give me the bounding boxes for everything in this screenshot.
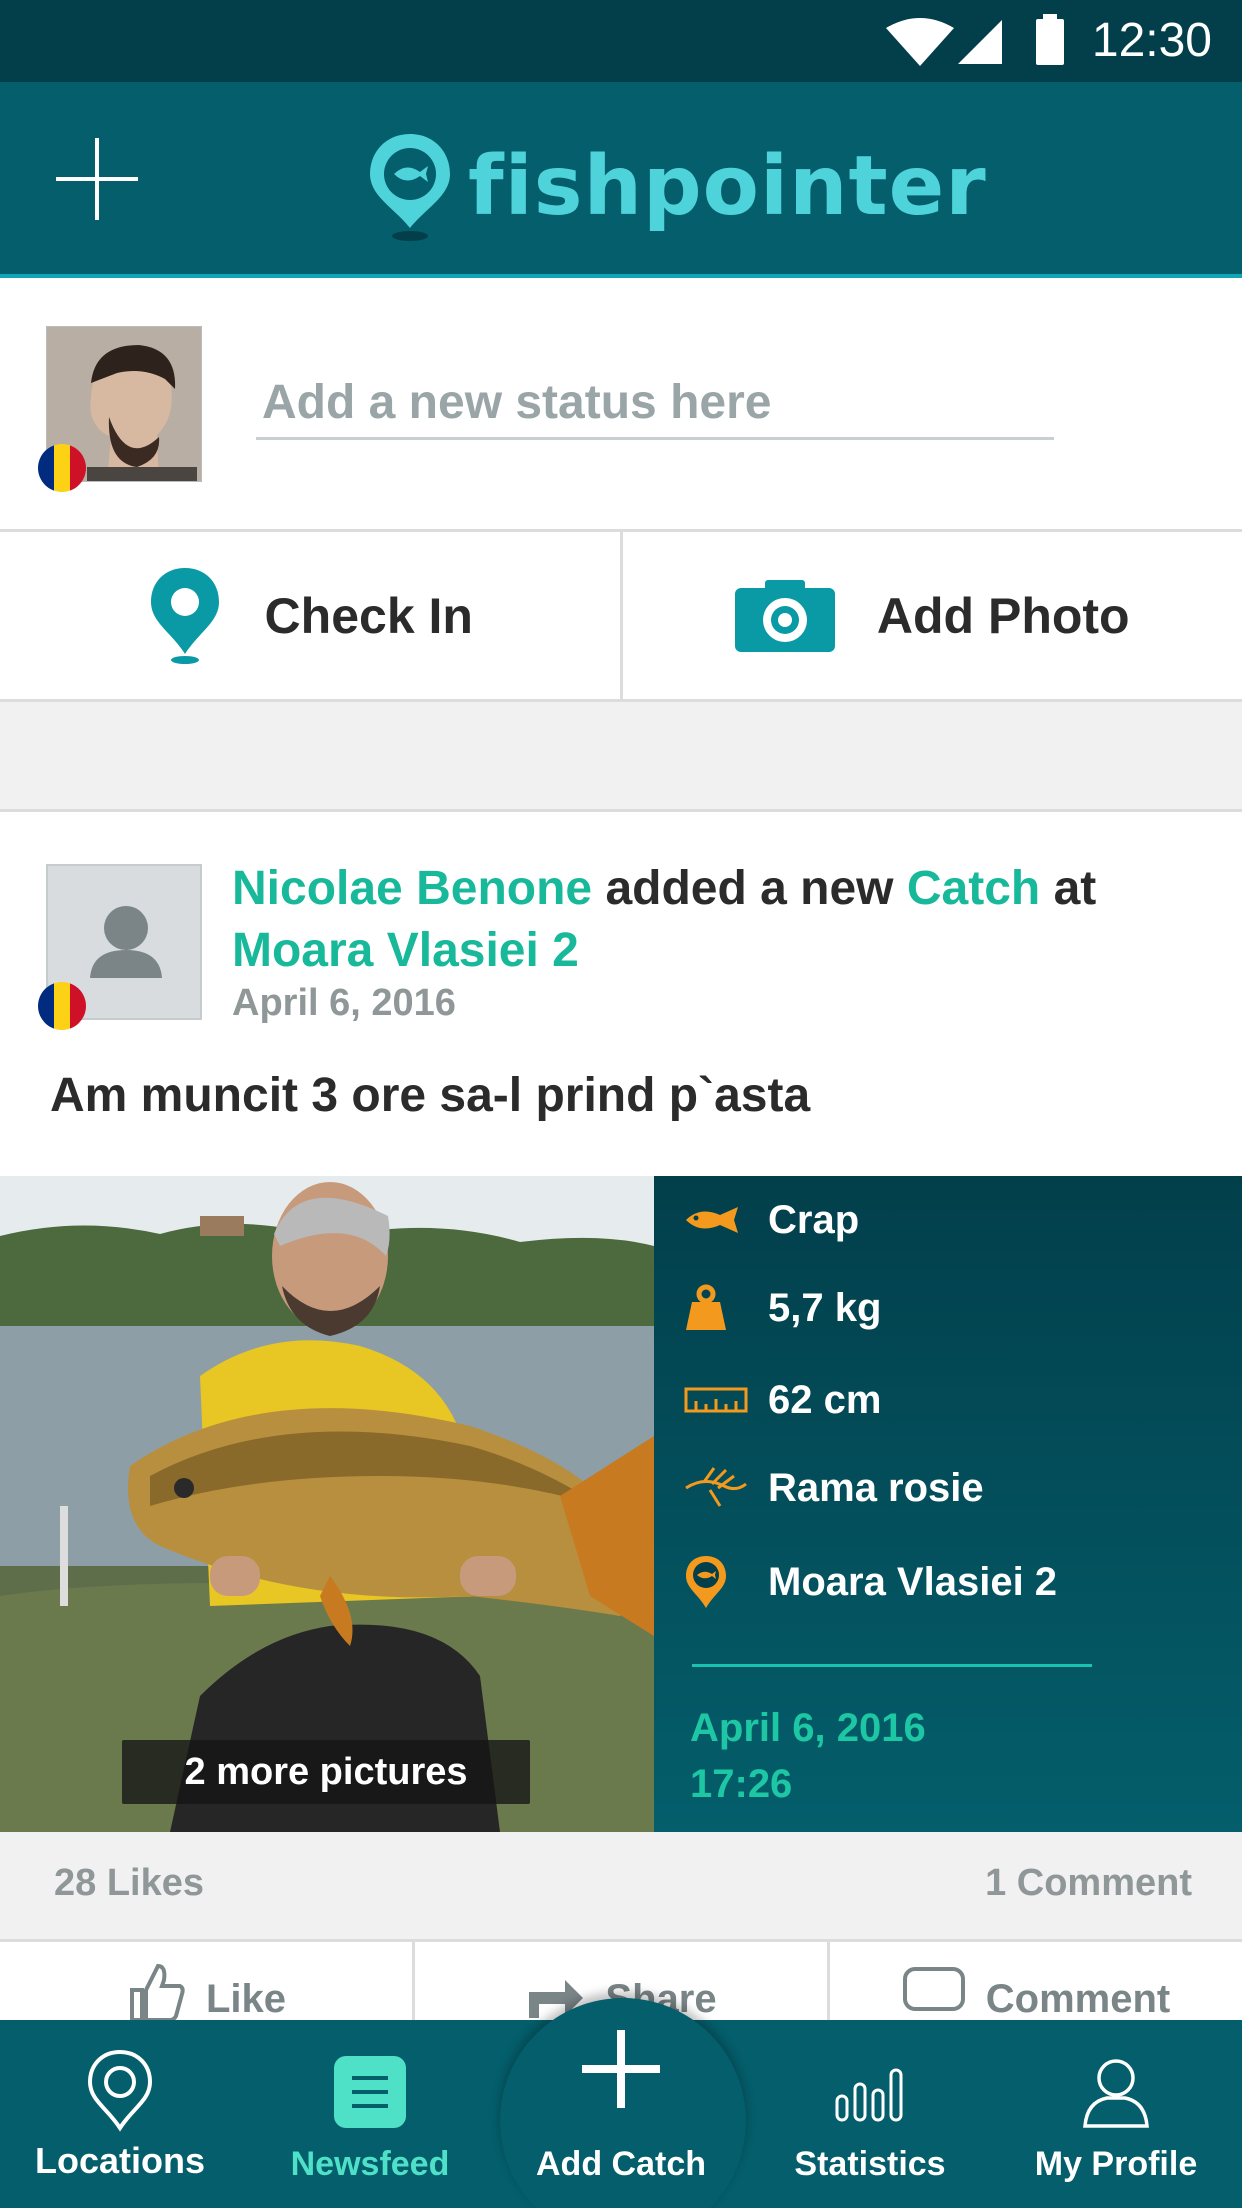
post-header: Nicolae Benone added a new Catch at Moar…	[0, 812, 1242, 1172]
catch-time: 17:26	[690, 1762, 793, 1806]
comment-button[interactable]: Comment	[830, 1942, 1242, 2022]
fish-location-icon	[686, 1556, 726, 1608]
signal-icon	[958, 20, 1002, 64]
status-input[interactable]	[256, 368, 1054, 440]
nav-statistics[interactable]: Statistics	[770, 2020, 970, 2208]
logo-text: fishpointer	[468, 138, 987, 234]
post-headline: Nicolae Benone added a new Catch at Moar…	[232, 858, 1192, 982]
nav-add-catch[interactable]: Add Catch	[521, 2020, 721, 2208]
newsfeed-icon	[334, 2056, 406, 2128]
composer-actions: Check In Add Photo	[0, 532, 1242, 702]
catch-link[interactable]: Catch	[907, 862, 1040, 915]
catch-photo[interactable]: 2 more pictures	[0, 1176, 654, 1832]
logo-pin-icon	[370, 134, 450, 241]
statistics-icon	[835, 2068, 903, 2122]
check-in-label: Check In	[264, 587, 473, 644]
location-link[interactable]: Moara Vlasiei 2	[232, 924, 579, 977]
headline-text: added a new	[605, 862, 894, 915]
catch-date: April 6, 2016	[690, 1706, 926, 1750]
app-bar: fishpointer	[0, 82, 1242, 278]
like-label: Like	[205, 1977, 287, 2021]
comment-label: Comment	[985, 1977, 1171, 2021]
add-photo-label: Add Photo	[876, 587, 1130, 644]
thumbs-up-icon	[129, 1963, 185, 2022]
location-value[interactable]: Moara Vlasiei 2	[768, 1560, 1057, 1605]
catch-datetime: April 6, 2016 17:26	[690, 1700, 926, 1812]
nav-locations[interactable]: Locations	[20, 2020, 220, 2208]
post-date: April 6, 2016	[232, 982, 456, 1024]
wifi-icon	[886, 18, 954, 66]
species-value: Crap	[768, 1197, 860, 1242]
add-icon[interactable]	[56, 138, 138, 220]
comment-icon	[902, 1967, 965, 2011]
nav-my-profile-label: My Profile	[1034, 2145, 1198, 2183]
length-value: 62 cm	[768, 1377, 882, 1422]
nav-statistics-label: Statistics	[794, 2145, 946, 2183]
plus-icon	[582, 2030, 660, 2108]
more-pictures-badge[interactable]: 2 more pictures	[122, 1740, 530, 1804]
camera-icon	[734, 579, 835, 652]
add-photo-button[interactable]: Add Photo	[623, 532, 1242, 699]
weight-row: 5,7 kg	[684, 1280, 881, 1336]
status-bar: 12:30	[0, 0, 1242, 82]
app-logo: fishpointer	[364, 126, 987, 246]
location-row: Moara Vlasiei 2	[684, 1554, 1057, 1610]
nav-newsfeed-label: Newsfeed	[290, 2145, 450, 2183]
bottom-nav: Locations Newsfeed Add Catch Statistics	[0, 1998, 1242, 2208]
details-divider	[692, 1664, 1092, 1667]
headline-at: at	[1053, 862, 1097, 915]
post-text: Am muncit 3 ore sa-l prind p`asta	[50, 1069, 811, 1122]
species-row: Crap	[684, 1192, 859, 1248]
like-button[interactable]: Like	[0, 1942, 415, 2022]
battery-icon	[1036, 14, 1064, 65]
likes-count[interactable]: 28 Likes	[54, 1862, 204, 1905]
length-row: 62 cm	[684, 1372, 881, 1428]
country-flag-icon	[38, 982, 86, 1030]
country-flag-icon	[38, 444, 86, 492]
author-link[interactable]: Nicolae Benone	[232, 862, 592, 915]
nav-add-catch-label: Add Catch	[536, 2145, 706, 2183]
nav-newsfeed[interactable]: Newsfeed	[270, 2020, 470, 2208]
ruler-icon	[684, 1387, 748, 1413]
status-composer	[0, 278, 1242, 532]
post-stats: 28 Likes 1 Comment	[0, 1832, 1242, 1942]
clock: 12:30	[1091, 14, 1212, 67]
weight-value: 5,7 kg	[768, 1285, 882, 1330]
comments-count[interactable]: 1 Comment	[985, 1862, 1192, 1905]
nav-my-profile[interactable]: My Profile	[1016, 2020, 1216, 2208]
feed-separator	[0, 702, 1242, 812]
location-pin-icon	[87, 2049, 153, 2132]
weight-icon	[686, 1284, 726, 1330]
bait-value: Rama rosie	[768, 1465, 984, 1510]
check-in-button[interactable]: Check In	[0, 532, 623, 699]
bait-row: Rama rosie	[684, 1460, 984, 1516]
catch-card: 2 more pictures Crap 5,7 kg 62 cm Rama r…	[0, 1176, 1242, 1832]
user-icon	[1083, 2059, 1149, 2128]
fish-icon	[686, 1207, 738, 1233]
nav-locations-label: Locations	[34, 2140, 205, 2181]
catch-details: Crap 5,7 kg 62 cm Rama rosie Moara Vlasi…	[654, 1176, 1242, 1832]
catch-photo-image	[0, 1176, 654, 1832]
bait-icon	[685, 1467, 747, 1507]
location-pin-icon	[150, 567, 219, 664]
